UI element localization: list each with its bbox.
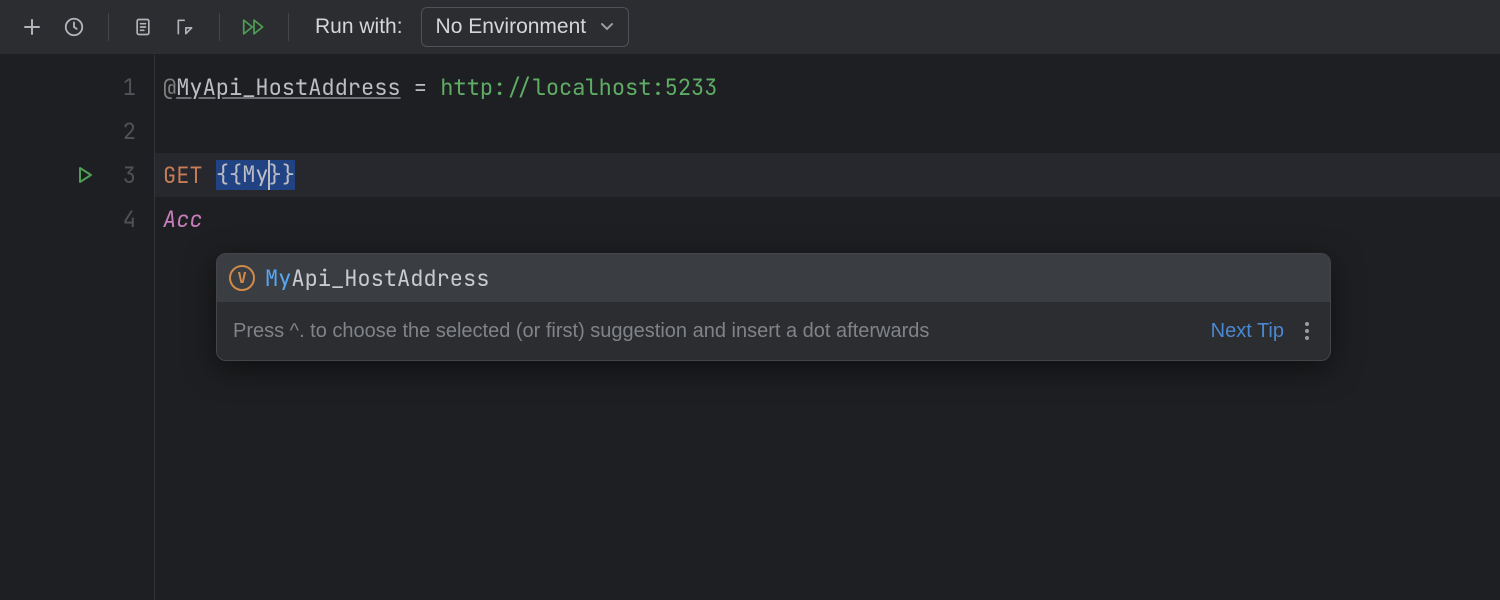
- completion-item[interactable]: V MyApi_HostAddress: [217, 254, 1330, 302]
- code-line: @MyApi_HostAddress = http://localhost:52…: [155, 65, 1500, 109]
- code-line: Acc: [155, 197, 1500, 241]
- run-with-label: Run with:: [315, 15, 403, 39]
- var-token: MyApi_HostAddress: [176, 73, 400, 102]
- line-number: 3: [106, 161, 136, 190]
- add-button[interactable]: [14, 9, 50, 45]
- editor: 1 2 3 4 @MyApi_HostAddress = http://loca…: [0, 55, 1500, 600]
- import-icon: [175, 17, 195, 37]
- brace-token: {{: [216, 160, 242, 189]
- run-all-button[interactable]: [236, 9, 272, 45]
- variable-badge-icon: V: [229, 265, 255, 291]
- brace-token: }}: [269, 160, 295, 189]
- completion-match: My: [265, 264, 291, 293]
- environment-selected-value: No Environment: [436, 15, 587, 39]
- completion-rest: Api_HostAddress: [291, 264, 489, 293]
- toolbar-separator: [108, 13, 109, 41]
- environment-select[interactable]: No Environment: [421, 7, 630, 47]
- method-token: GET: [163, 161, 216, 190]
- examples-button[interactable]: [125, 9, 161, 45]
- typed-token: My: [242, 160, 268, 189]
- next-tip-link[interactable]: Next Tip: [1211, 320, 1284, 343]
- url-token: http://localhost:5233: [440, 73, 717, 102]
- completion-hint-bar: Press ^. to choose the selected (or firs…: [217, 302, 1330, 360]
- completion-popup: V MyApi_HostAddress Press ^. to choose t…: [216, 253, 1331, 361]
- plus-icon: [22, 17, 42, 37]
- line-number: 2: [106, 117, 136, 146]
- eq-token: =: [401, 73, 441, 102]
- import-button[interactable]: [167, 9, 203, 45]
- clock-icon: [63, 16, 85, 38]
- toolbar-separator: [219, 13, 220, 41]
- kebab-icon: [1304, 321, 1310, 341]
- at-token: @: [163, 73, 176, 102]
- document-icon: [133, 17, 153, 37]
- run-line-button[interactable]: [76, 166, 94, 184]
- play-icon: [76, 166, 94, 184]
- toolbar-separator: [288, 13, 289, 41]
- gutter: 1 2 3 4: [0, 55, 155, 600]
- completion-hint-text: Press ^. to choose the selected (or firs…: [233, 320, 1195, 343]
- toolbar: Run with: No Environment: [0, 0, 1500, 55]
- line-number: 1: [106, 73, 136, 102]
- line-number: 4: [106, 205, 136, 234]
- history-button[interactable]: [56, 9, 92, 45]
- code-line: [155, 109, 1500, 153]
- run-all-icon: [242, 17, 266, 37]
- header-token: Acc: [163, 205, 203, 234]
- code-line-current: GET {{My}}: [155, 153, 1500, 197]
- chevron-down-icon: [600, 22, 614, 32]
- more-button[interactable]: [1300, 321, 1314, 341]
